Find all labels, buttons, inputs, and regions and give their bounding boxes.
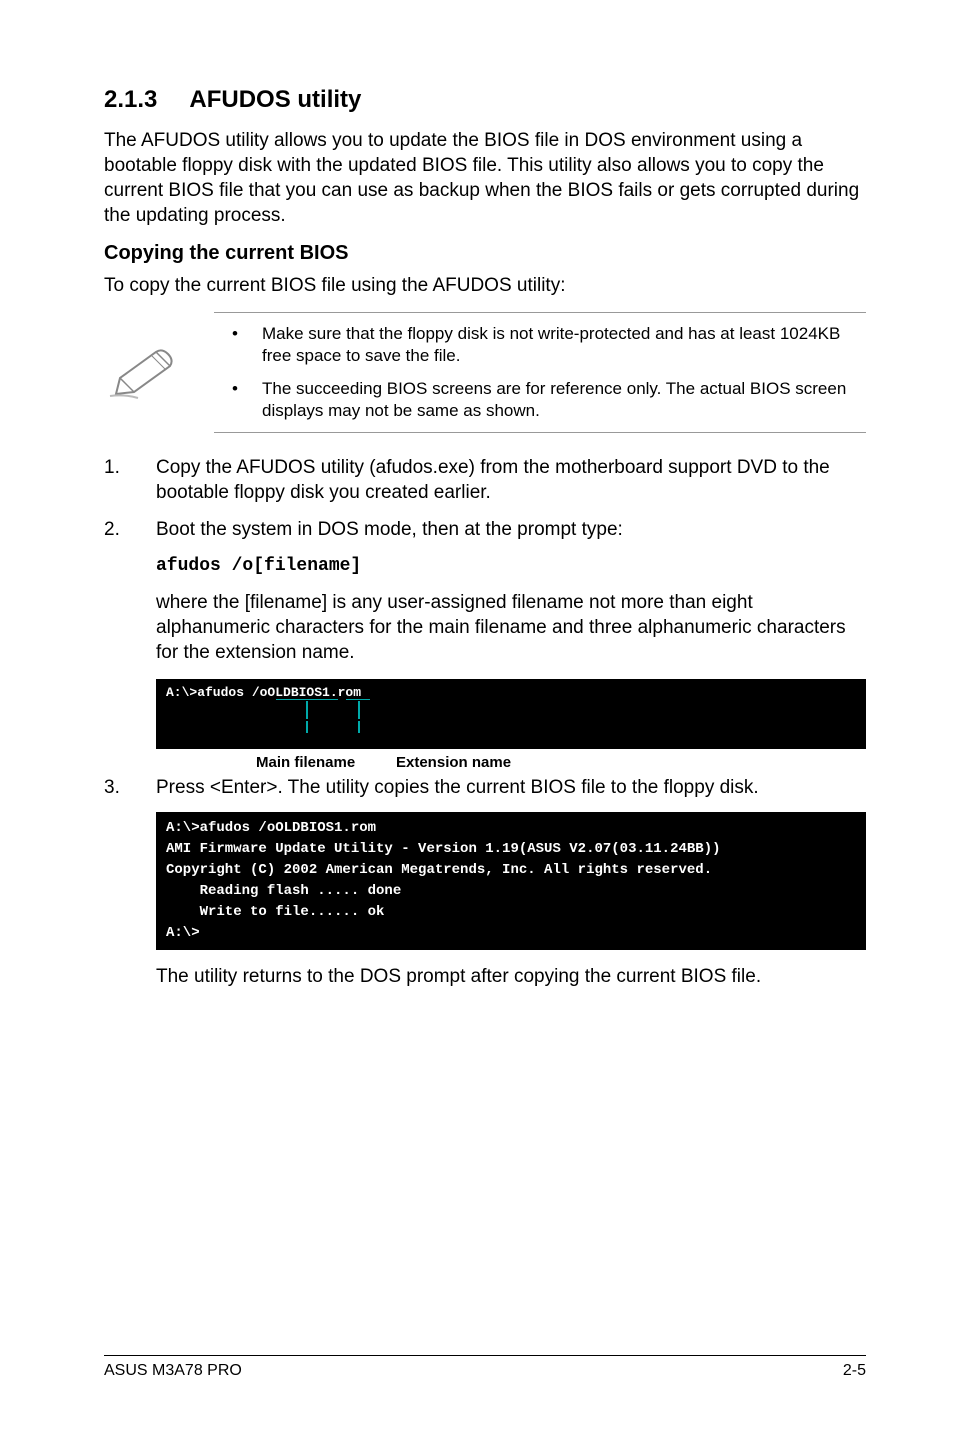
step-text: Press <Enter>. The utility copies the cu…: [156, 777, 759, 798]
terminal-output: A:\>afudos /oOLDBIOS1.rom AMI Firmware U…: [156, 812, 866, 950]
footer-right: 2-5: [843, 1362, 866, 1380]
footer-left: ASUS M3A78 PRO: [104, 1362, 242, 1380]
section-number: 2.1.3: [104, 86, 157, 114]
step-number: 2.: [104, 517, 120, 542]
tick-main: [306, 701, 308, 719]
step-item: 2. Boot the system in DOS mode, then at …: [104, 517, 866, 542]
note-item: Make sure that the floppy disk is not wr…: [214, 323, 866, 367]
filename-diagram: A:\>afudos /oOLDBIOS1.rom Main filename …: [156, 679, 866, 749]
diagram-command: A:\>afudos /oOLDBIOS1.rom: [166, 685, 361, 700]
tick-main-2: [306, 721, 308, 733]
step-item: 3. Press <Enter>. The utility copies the…: [104, 775, 866, 800]
pencil-icon: [108, 348, 178, 402]
note-item: The succeeding BIOS screens are for refe…: [214, 378, 866, 422]
underline-ext: [346, 699, 370, 700]
step-text: Copy the AFUDOS utility (afudos.exe) fro…: [156, 457, 830, 503]
main-filename-label: Main filename: [256, 754, 355, 771]
step-text: Boot the system in DOS mode, then at the…: [156, 519, 623, 540]
step-number: 3.: [104, 775, 120, 800]
sub-heading: Copying the current BIOS: [104, 242, 866, 265]
note-wrapper: Make sure that the floppy disk is not wr…: [104, 312, 866, 432]
extension-name-label: Extension name: [396, 754, 511, 771]
underline-main: [276, 699, 338, 700]
code-command: afudos /o[filename]: [156, 556, 866, 576]
section-title: AFUDOS utility: [189, 86, 361, 114]
tick-ext: [358, 701, 360, 719]
sub-intro: To copy the current BIOS file using the …: [104, 273, 866, 298]
step-number: 1.: [104, 455, 120, 480]
section-heading: 2.1.3 AFUDOS utility: [104, 86, 866, 114]
page-footer: ASUS M3A78 PRO 2-5: [104, 1355, 866, 1380]
note-list: Make sure that the floppy disk is not wr…: [214, 323, 866, 421]
note-block: Make sure that the floppy disk is not wr…: [214, 312, 866, 432]
step-item: 1. Copy the AFUDOS utility (afudos.exe) …: [104, 455, 866, 505]
intro-paragraph: The AFUDOS utility allows you to update …: [104, 128, 866, 228]
where-paragraph: where the [filename] is any user-assigne…: [156, 590, 866, 665]
steps-list-2: 3. Press <Enter>. The utility copies the…: [104, 775, 866, 800]
return-paragraph: The utility returns to the DOS prompt af…: [156, 964, 866, 989]
tick-ext-2: [358, 721, 360, 733]
steps-list: 1. Copy the AFUDOS utility (afudos.exe) …: [104, 455, 866, 542]
